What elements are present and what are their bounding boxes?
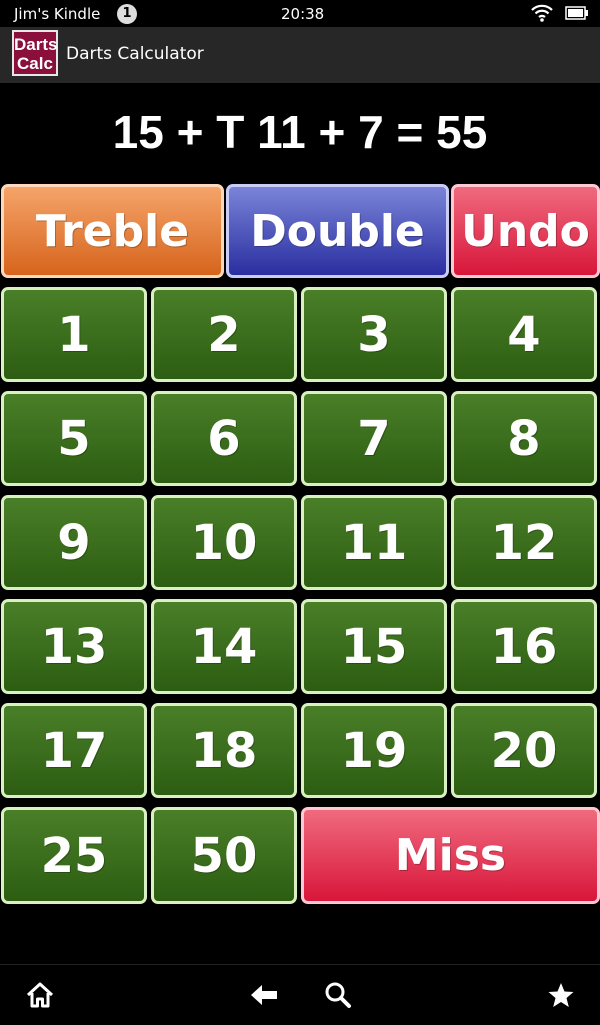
number-button-14[interactable]: 14 [151, 599, 297, 694]
number-button-13[interactable]: 13 [1, 599, 147, 694]
double-button[interactable]: Double [226, 184, 449, 278]
status-bar: Jim's Kindle 1 20:38 [0, 0, 600, 27]
number-button-2[interactable]: 2 [151, 287, 297, 382]
number-button-10[interactable]: 10 [151, 495, 297, 590]
number-button-15[interactable]: 15 [301, 599, 447, 694]
number-button-12[interactable]: 12 [451, 495, 597, 590]
miss-button[interactable]: Miss [301, 807, 600, 904]
back-icon[interactable] [249, 981, 279, 1013]
number-button-7[interactable]: 7 [301, 391, 447, 486]
number-button-17[interactable]: 17 [1, 703, 147, 798]
number-button-25[interactable]: 25 [1, 807, 147, 904]
app-icon-line1: Darts [14, 35, 58, 54]
number-button-4[interactable]: 4 [451, 287, 597, 382]
number-button-16[interactable]: 16 [451, 599, 597, 694]
number-button-1[interactable]: 1 [1, 287, 147, 382]
favorites-icon[interactable] [546, 981, 576, 1013]
search-icon[interactable] [323, 981, 353, 1013]
score-equation: 15 + T 11 + 7 = 55 [112, 106, 488, 158]
number-button-5[interactable]: 5 [1, 391, 147, 486]
navigation-bar [0, 964, 600, 1025]
title-bar: Darts Calc Darts Calculator [0, 27, 600, 83]
device-name: Jim's Kindle [14, 5, 101, 23]
number-button-20[interactable]: 20 [451, 703, 597, 798]
number-button-18[interactable]: 18 [151, 703, 297, 798]
treble-button[interactable]: Treble [1, 184, 224, 278]
battery-icon [565, 6, 589, 24]
number-button-19[interactable]: 19 [301, 703, 447, 798]
clock: 20:38 [281, 5, 325, 23]
number-button-6[interactable]: 6 [151, 391, 297, 486]
app-title: Darts Calculator [66, 44, 204, 64]
notification-badge[interactable]: 1 [117, 4, 137, 24]
app-icon-line2: Calc [17, 54, 53, 73]
home-icon[interactable] [25, 981, 55, 1013]
number-button-3[interactable]: 3 [301, 287, 447, 382]
app-icon[interactable]: Darts Calc [12, 30, 58, 76]
number-button-50[interactable]: 50 [151, 807, 297, 904]
wifi-icon [530, 3, 554, 27]
undo-button[interactable]: Undo [451, 184, 600, 278]
number-button-11[interactable]: 11 [301, 495, 447, 590]
number-button-9[interactable]: 9 [1, 495, 147, 590]
number-button-8[interactable]: 8 [451, 391, 597, 486]
